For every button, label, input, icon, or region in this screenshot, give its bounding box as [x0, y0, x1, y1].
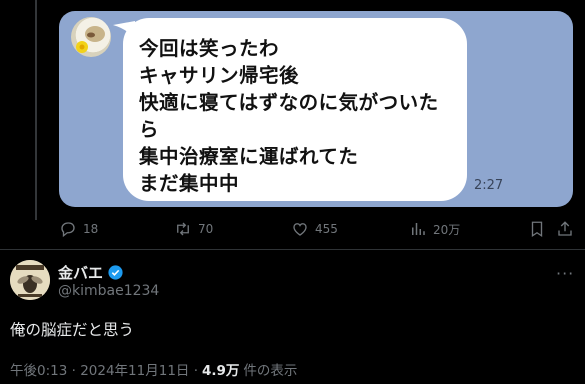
author-name-text: 金バエ [58, 264, 104, 282]
quoted-chat-image[interactable]: 今回は笑ったわ キャサリン帰宅後 快適に寝てはずなのに気がついた ら 集中治療室… [59, 11, 573, 207]
action-bar: 18 70 455 20万 [59, 219, 574, 239]
post-timestamp[interactable]: 午後0:13 · 2024年11月11日 · [10, 359, 198, 379]
bookmark-icon [531, 221, 543, 238]
post-text: 俺の脳症だと思う [10, 321, 135, 339]
like-icon [293, 223, 307, 236]
author-handle[interactable]: @kimbae1234 [58, 283, 159, 299]
like-button[interactable]: 455 [291, 219, 338, 239]
reply-button[interactable]: 18 [59, 219, 98, 239]
thread-connector-line [35, 0, 37, 220]
author-avatar[interactable] [10, 260, 50, 300]
views-button[interactable]: 20万 [409, 219, 460, 239]
verified-badge-icon [108, 265, 123, 280]
chat-message-time: 2:27 [474, 178, 504, 193]
like-count: 455 [315, 222, 338, 236]
more-options-icon[interactable]: ··· [556, 264, 576, 283]
chat-message-text: 今回は笑ったわ キャサリン帰宅後 快適に寝てはずなのに気がついた ら 集中治療室… [139, 37, 439, 195]
views-icon [412, 223, 425, 235]
chat-message-bubble: 今回は笑ったわ キャサリン帰宅後 快適に寝てはずなのに気がついた ら 集中治療室… [123, 18, 467, 201]
bookmark-button[interactable] [528, 219, 546, 239]
reply-count: 18 [83, 222, 99, 236]
author-name[interactable]: 金バエ [58, 262, 124, 283]
share-icon [558, 221, 572, 236]
share-button[interactable] [556, 219, 574, 239]
retweet-count: 70 [198, 222, 214, 236]
retweet-icon [177, 222, 189, 236]
views-count: 20万 [433, 222, 461, 237]
divider [0, 249, 585, 250]
post-meta: 午後0:13 · 2024年11月11日 · 4.9万 件の表示 [10, 359, 297, 379]
reply-icon [61, 222, 75, 238]
chat-contact-avatar [71, 17, 111, 57]
post-views-count: 4.9万 [202, 363, 240, 379]
post-views-label: 件の表示 [243, 363, 298, 379]
retweet-button[interactable]: 70 [174, 219, 213, 239]
